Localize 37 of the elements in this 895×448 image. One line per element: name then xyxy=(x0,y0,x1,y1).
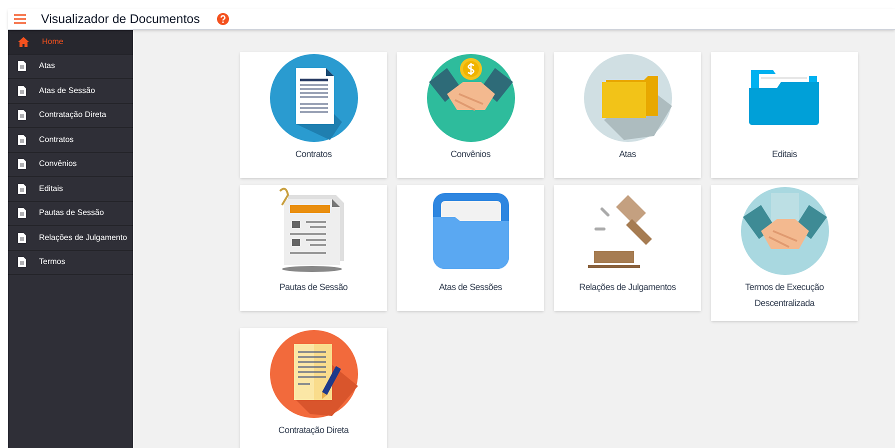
signing-illustration-icon xyxy=(270,330,358,418)
document-icon xyxy=(18,159,26,170)
document-card[interactable]: Editais xyxy=(711,52,858,178)
contract-illustration-icon xyxy=(270,54,358,142)
card-label: Convênios xyxy=(450,148,492,161)
help-icon[interactable] xyxy=(216,13,229,25)
document-icon xyxy=(18,61,26,72)
document-card[interactable]: Atas xyxy=(554,52,701,178)
card-label: Contratos xyxy=(294,148,333,161)
handshake-illustration-icon xyxy=(740,187,828,275)
card-label: Relações de Julgamentos xyxy=(578,281,677,294)
card-label: Atas xyxy=(618,148,637,161)
home-icon xyxy=(18,36,29,47)
menu-icon[interactable] xyxy=(14,14,26,24)
sidebar-item[interactable]: Home xyxy=(8,30,133,54)
card-label: Contratação Direta xyxy=(277,424,350,437)
document-icon xyxy=(18,184,26,194)
document-icon xyxy=(18,257,26,268)
document-card[interactable]: Termos de Execução Descentralizada xyxy=(711,185,858,321)
document-icon xyxy=(18,232,26,243)
document-icon xyxy=(18,110,26,120)
card-label: Pautas de Sessão xyxy=(278,281,349,294)
deal-illustration-icon xyxy=(426,54,514,142)
document-card[interactable]: Atas de Sessões xyxy=(397,185,544,311)
document-icon xyxy=(18,208,26,218)
document-icon xyxy=(18,134,26,145)
card-label: Editais xyxy=(771,148,798,161)
document-card[interactable]: Relações de Julgamentos xyxy=(554,185,701,311)
folder-illustration-icon xyxy=(584,54,672,142)
card-label: Termos de Execução Descentralizada xyxy=(744,281,825,310)
app-title: Visualizador de Documentos xyxy=(41,10,200,28)
document-card[interactable]: Contratos xyxy=(240,52,387,178)
document-card[interactable]: Pautas de Sessão xyxy=(240,185,387,311)
document-card[interactable]: Convênios xyxy=(397,52,544,178)
card-label: Atas de Sessões xyxy=(438,281,504,294)
document-card[interactable]: Contratação Direta xyxy=(240,328,387,448)
document-icon xyxy=(18,86,26,96)
